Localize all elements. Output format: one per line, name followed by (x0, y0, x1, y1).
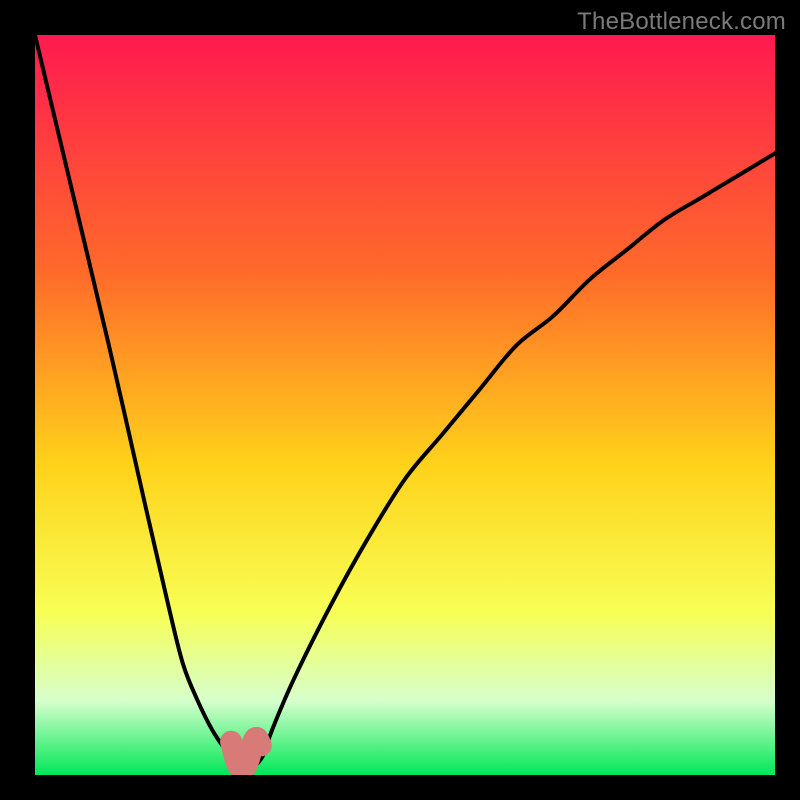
bottleneck-chart (35, 35, 775, 775)
optimal-range-marker (231, 738, 261, 768)
outer-frame: TheBottleneck.com (0, 0, 800, 800)
gradient-background (35, 35, 775, 775)
watermark-text: TheBottleneck.com (577, 8, 786, 36)
plot-area (35, 35, 775, 775)
